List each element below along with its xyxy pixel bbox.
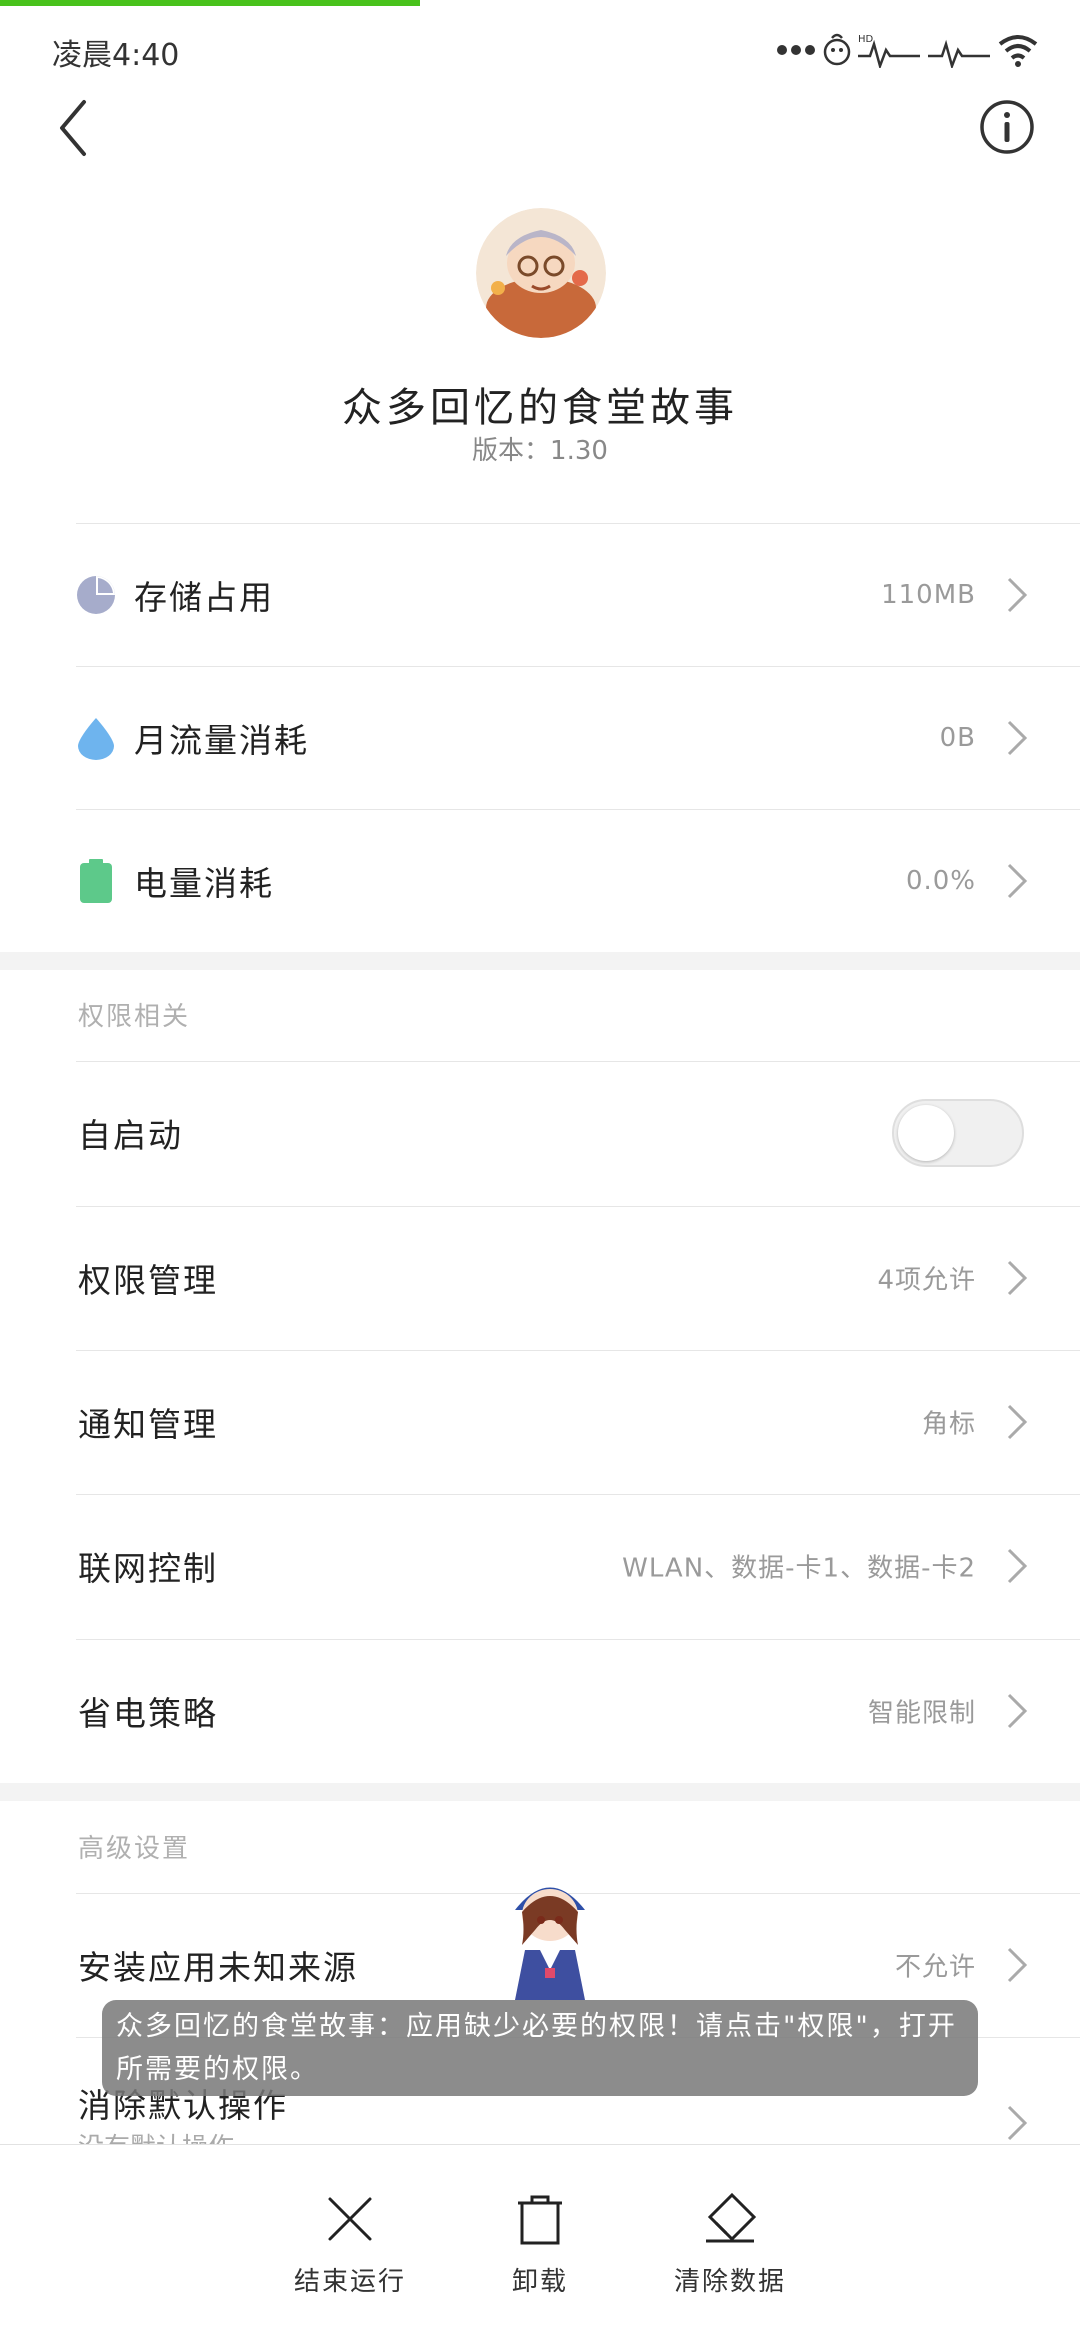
power-saving-label: 省电策略	[78, 1694, 218, 1733]
app-name: 众多回忆的食堂故事	[342, 385, 738, 431]
data-usage-label: 月流量消耗	[134, 721, 309, 760]
status-icons: HD	[776, 28, 1040, 72]
status-bar: 凌晨4:40 HD	[0, 0, 1080, 100]
pie-chart-icon	[77, 576, 115, 614]
mascot-character	[505, 1870, 595, 2000]
close-icon	[328, 2197, 372, 2241]
permission-toast: 众多回忆的食堂故事：应用缺少必要的权限！请点击"权限"，打开所需要的权限。	[102, 2000, 978, 2096]
trash-icon	[518, 2195, 562, 2245]
clear-data-button[interactable]: 清除数据	[650, 2191, 810, 2298]
network-control-value: WLAN、数据-卡1、数据-卡2	[622, 1553, 976, 1584]
back-arrow-icon	[60, 100, 86, 156]
chevron-right-icon	[1007, 577, 1028, 613]
force-stop-button[interactable]: 结束运行	[270, 2191, 430, 2298]
status-time: 凌晨4:40	[52, 38, 180, 73]
force-stop-label: 结束运行	[293, 2267, 406, 2297]
power-saving-row[interactable]: 省电策略 智能限制	[0, 1639, 1080, 1783]
section-gap	[0, 952, 1080, 970]
unknown-sources-value: 不允许	[894, 1952, 976, 1983]
battery-usage-value: 0.0%	[905, 866, 976, 896]
chevron-right-icon	[1007, 1548, 1028, 1584]
chevron-right-icon	[1007, 2105, 1028, 2141]
clear-defaults-sub-label: 没有默认操作	[78, 2127, 234, 2144]
permission-management-label: 权限管理	[78, 1261, 218, 1300]
chevron-right-icon	[1007, 863, 1028, 899]
power-saving-value: 智能限制	[867, 1698, 976, 1729]
notification-management-value: 角标	[921, 1409, 976, 1440]
app-info-button[interactable]	[978, 98, 1036, 156]
app-icon	[476, 208, 606, 338]
data-usage-value: 0B	[939, 723, 976, 753]
storage-usage-value: 110MB	[881, 580, 976, 610]
notification-management-label: 通知管理	[78, 1405, 218, 1444]
info-icon	[980, 100, 1034, 154]
clear-data-label: 清除数据	[673, 2267, 786, 2297]
battery-usage-row[interactable]: 电量消耗 0.0%	[0, 809, 1080, 953]
battery-usage-label: 电量消耗	[134, 864, 274, 903]
cellular-signal-icon	[928, 39, 990, 68]
eraser-icon	[706, 2192, 757, 2243]
bottom-action-bar: 结束运行 卸载 清除数据	[0, 2144, 1080, 2340]
hd-signal-icon: HD	[858, 34, 920, 68]
chevron-right-icon	[1007, 720, 1028, 756]
chevron-right-icon	[1007, 1693, 1028, 1729]
advanced-section-title: 高级设置	[78, 1834, 191, 1864]
autostart-label: 自启动	[78, 1116, 183, 1155]
data-usage-row[interactable]: 月流量消耗 0B	[0, 666, 1080, 810]
unknown-sources-label: 安装应用未知来源	[78, 1948, 358, 1987]
notification-mascot-icon	[823, 33, 851, 66]
uninstall-label: 卸载	[511, 2267, 568, 2297]
storage-usage-label: 存储占用	[134, 578, 274, 617]
svg-text:HD: HD	[858, 34, 874, 45]
wifi-icon	[998, 35, 1038, 67]
permissions-section-title: 权限相关	[78, 1002, 191, 1032]
notification-management-row[interactable]: 通知管理 角标	[0, 1350, 1080, 1494]
permission-management-row[interactable]: 权限管理 4项允许	[0, 1206, 1080, 1350]
autostart-row: 自启动	[0, 1061, 1080, 1205]
water-drop-icon	[78, 718, 114, 760]
autostart-toggle[interactable]	[892, 1099, 1024, 1167]
app-version: 版本：1.30	[472, 436, 608, 466]
network-control-row[interactable]: 联网控制 WLAN、数据-卡1、数据-卡2	[0, 1494, 1080, 1638]
more-dots-icon	[777, 45, 815, 55]
back-button[interactable]	[48, 96, 104, 160]
battery-icon	[80, 859, 112, 903]
network-control-label: 联网控制	[78, 1549, 218, 1588]
chevron-right-icon	[1007, 1260, 1028, 1296]
chevron-right-icon	[1007, 1404, 1028, 1440]
permission-management-value: 4项允许	[877, 1265, 976, 1296]
storage-usage-row[interactable]: 存储占用 110MB	[0, 523, 1080, 667]
toggle-knob	[898, 1105, 954, 1161]
section-gap	[0, 1783, 1080, 1801]
chevron-right-icon	[1007, 1947, 1028, 1983]
uninstall-button[interactable]: 卸载	[460, 2191, 620, 2298]
